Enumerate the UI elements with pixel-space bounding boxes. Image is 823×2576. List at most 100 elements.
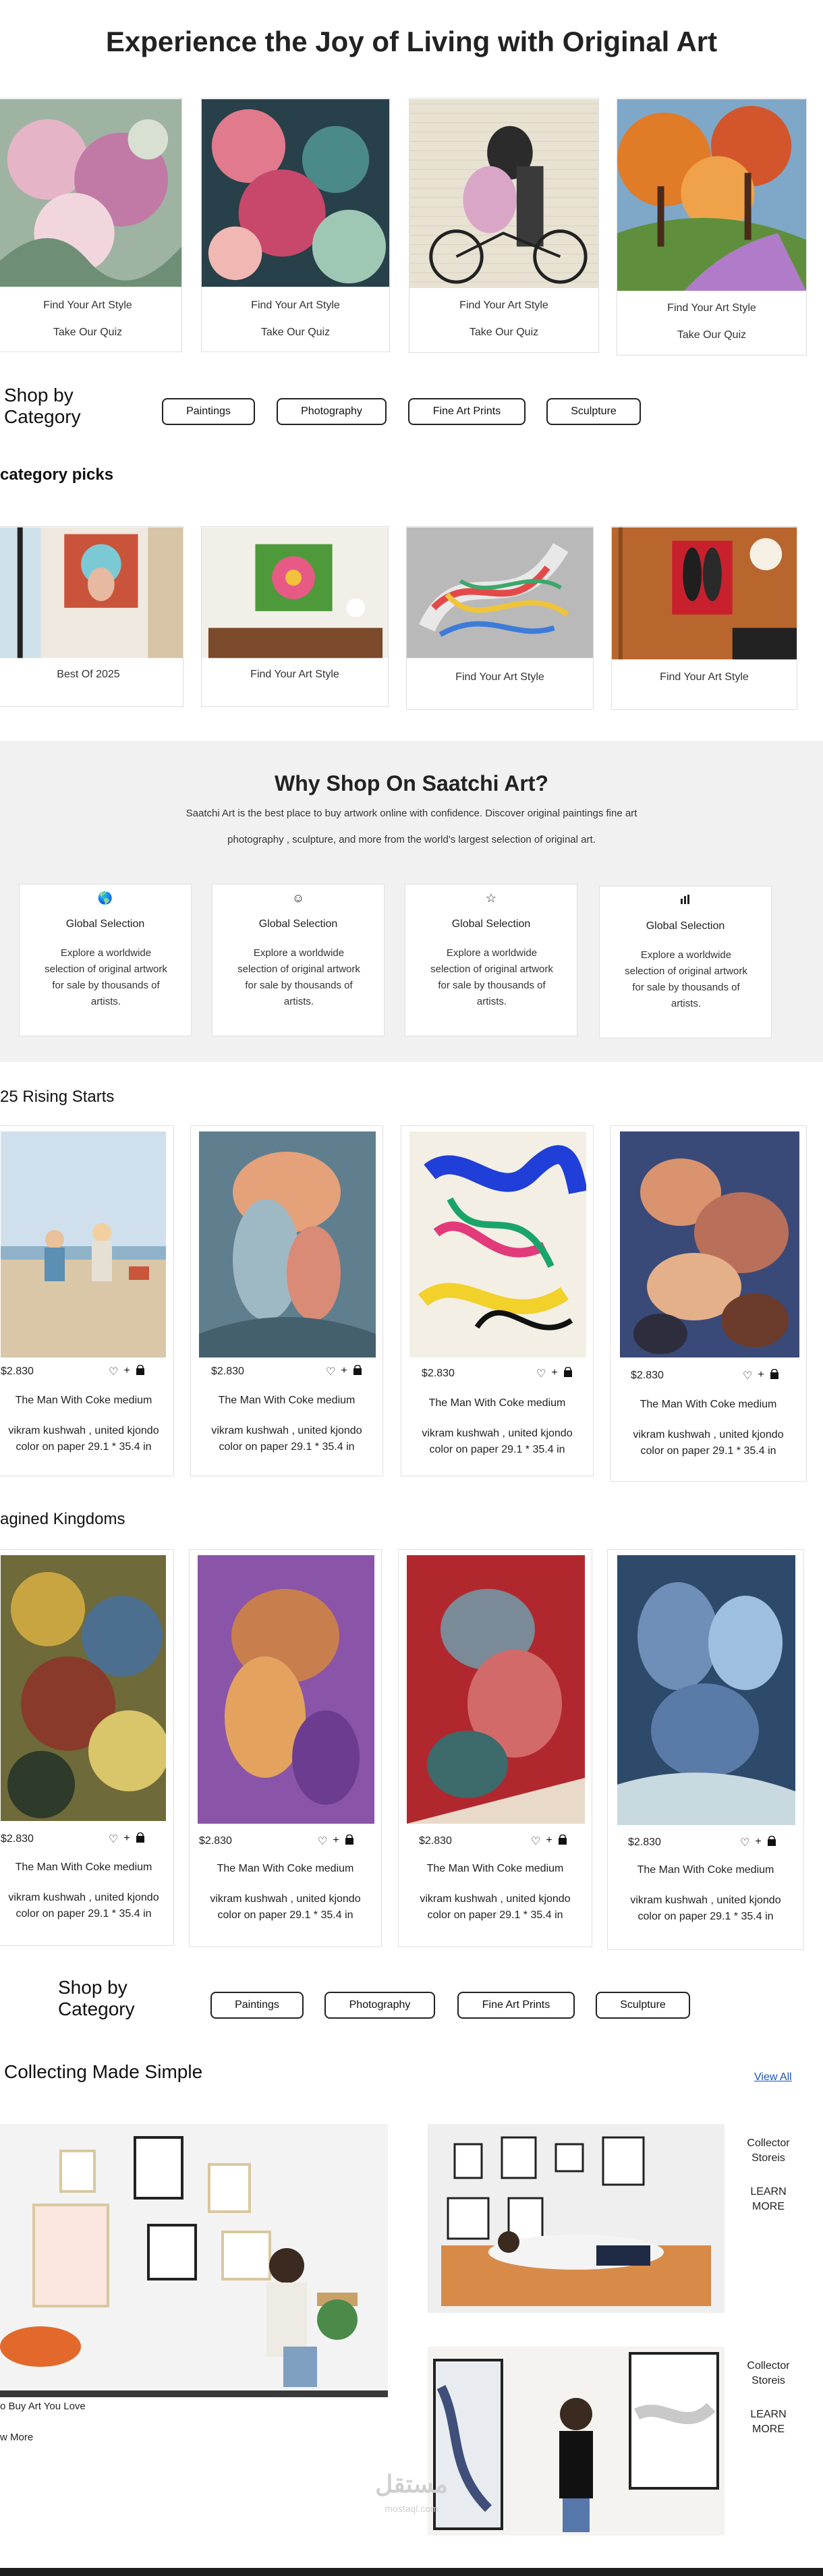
bag-icon[interactable]	[353, 1365, 362, 1378]
product-name[interactable]: The Man With Coke medium	[0, 1861, 173, 1874]
product-name[interactable]: The Man With Coke medium	[190, 1863, 381, 1875]
bag-icon[interactable]	[345, 1835, 354, 1848]
bag-icon[interactable]	[136, 1832, 145, 1846]
product-meta: vikram kushwah , united kjondo color on …	[8, 1892, 159, 1920]
category-pill-fine-art-prints[interactable]: Fine Art Prints	[457, 1992, 575, 2019]
product-name[interactable]: The Man With Coke medium	[401, 1397, 593, 1409]
category-pill-sculpture[interactable]: Sculpture	[546, 398, 641, 425]
heart-icon[interactable]: ♡	[743, 1369, 752, 1382]
why-card-text: Explore a worldwide selection of origina…	[237, 947, 360, 1007]
artwork-image	[612, 527, 797, 660]
product-card[interactable]: $2.830 ♡ + The Man With Coke medium vikr…	[0, 1125, 174, 1476]
pick-card[interactable]: Find Your Art Style	[406, 526, 594, 710]
heart-icon[interactable]: ♡	[740, 1836, 749, 1849]
product-price: $2.830	[628, 1837, 661, 1848]
why-card-text: Explore a worldwide selection of origina…	[430, 947, 553, 1007]
category-pill-photography[interactable]: Photography	[324, 1992, 435, 2019]
heart-icon[interactable]: ♡	[109, 1365, 118, 1378]
pick-card[interactable]: Find Your Art Style	[611, 526, 797, 710]
product-card[interactable]: $2.830 ♡ + The Man With Coke medium vikr…	[0, 1549, 174, 1946]
quiz-card-link[interactable]: Take Our Quiz	[202, 327, 389, 339]
shop-category-heading: Shop by Category	[4, 385, 81, 427]
product-name[interactable]: The Man With Coke medium	[399, 1863, 592, 1875]
learn-more-link[interactable]: LEARN MORE	[738, 2185, 799, 2214]
why-card-title: Global Selection	[451, 918, 531, 930]
product-name[interactable]: The Man With Coke medium	[611, 1399, 806, 1411]
category-pill-sculpture[interactable]: Sculpture	[596, 1992, 690, 2019]
plus-icon[interactable]: +	[755, 1836, 761, 1849]
quiz-card[interactable]: Find Your Art Style Take Our Quiz	[0, 98, 182, 352]
watermark-logo: مستقل mostaql.com	[358, 2472, 465, 2521]
category-pill-paintings[interactable]: Paintings	[162, 398, 255, 425]
product-price: $2.830	[419, 1835, 452, 1847]
why-description: Saatchi Art is the best place to buy art…	[186, 808, 637, 845]
artwork-image	[202, 99, 389, 287]
bag-icon[interactable]	[770, 1369, 779, 1382]
quiz-card[interactable]: Find Your Art Style Take Our Quiz	[617, 98, 807, 356]
artwork-image	[620, 1131, 799, 1357]
learn-more-link[interactable]: LEARN MORE	[738, 2407, 799, 2437]
plus-icon[interactable]: +	[758, 1369, 764, 1382]
why-card-text: Explore a worldwide selection of origina…	[625, 949, 747, 1009]
plus-icon[interactable]: +	[551, 1367, 557, 1380]
collecting-title: Collecting Made Simple	[4, 2061, 203, 2082]
product-card[interactable]: $2.830 ♡ + The Man With Coke medium vikr…	[190, 1125, 383, 1476]
why-card: 🌎 Global Selection Explore a worldwide s…	[19, 884, 192, 1036]
why-card: ☺ Global Selection Explore a worldwide s…	[212, 884, 385, 1036]
product-meta: vikram kushwah , united kjondo color on …	[211, 1425, 362, 1453]
collector-story-image[interactable]	[428, 2124, 725, 2313]
why-title: Why Shop On Saatchi Art?	[275, 771, 548, 795]
product-card[interactable]: $2.830 ♡ + The Man With Coke medium vikr…	[401, 1125, 594, 1476]
heart-icon[interactable]: ♡	[326, 1365, 335, 1378]
view-all-link[interactable]: View All	[754, 2071, 792, 2083]
star-icon: ☆	[485, 891, 497, 905]
quiz-card-link[interactable]: Take Our Quiz	[617, 329, 806, 341]
product-price: $2.830	[1, 1833, 34, 1845]
quiz-card[interactable]: Find Your Art Style Take Our Quiz	[409, 98, 599, 353]
smiley-icon: ☺	[291, 891, 305, 905]
quiz-card-title: Find Your Art Style	[667, 302, 756, 314]
quiz-card-link[interactable]: Take Our Quiz	[0, 327, 181, 339]
plus-icon[interactable]: +	[546, 1835, 552, 1848]
plus-icon[interactable]: +	[333, 1835, 339, 1848]
bag-icon[interactable]	[563, 1367, 573, 1380]
quiz-card[interactable]: Find Your Art Style Take Our Quiz	[201, 98, 390, 352]
plus-icon[interactable]: +	[123, 1832, 130, 1846]
heart-icon[interactable]: ♡	[318, 1835, 327, 1848]
watermark-text: مستقل	[375, 2470, 448, 2498]
bag-icon[interactable]	[558, 1835, 567, 1848]
artwork-image	[0, 527, 183, 659]
collector-story-label: Collector Storeis	[747, 2360, 790, 2386]
watermark-sub: mostaql.com	[385, 2503, 438, 2514]
product-card[interactable]: $2.830 ♡ + The Man With Coke medium vikr…	[607, 1549, 804, 1950]
product-name[interactable]: The Man With Coke medium	[608, 1864, 803, 1876]
product-card[interactable]: $2.830 ♡ + The Man With Coke medium vikr…	[398, 1549, 592, 1947]
product-price: $2.830	[1, 1366, 34, 1377]
collecting-more-link[interactable]: w More	[0, 2432, 33, 2443]
quiz-card-link[interactable]: Take Our Quiz	[409, 327, 598, 339]
bag-icon[interactable]	[767, 1836, 776, 1849]
collector-story-label: Collector Storeis	[747, 2137, 790, 2164]
heart-icon[interactable]: ♡	[109, 1832, 118, 1846]
plus-icon[interactable]: +	[123, 1365, 130, 1378]
category-picks-title: category picks	[0, 466, 114, 484]
plus-icon[interactable]: +	[341, 1365, 347, 1378]
product-card[interactable]: $2.830 ♡ + The Man With Coke medium vikr…	[610, 1125, 807, 1482]
heart-icon[interactable]: ♡	[531, 1835, 540, 1848]
shop-category-heading: Shop by Category	[58, 1977, 135, 2019]
pick-card[interactable]: Best Of 2025	[0, 526, 183, 707]
collecting-main-image[interactable]	[0, 2124, 388, 2397]
pick-card[interactable]: Find Your Art Style	[201, 526, 389, 707]
bag-icon[interactable]	[136, 1365, 145, 1378]
heart-icon[interactable]: ♡	[536, 1367, 546, 1380]
category-pill-paintings[interactable]: Paintings	[210, 1992, 304, 2019]
collector-story-image[interactable]	[428, 2347, 725, 2536]
bar-chart-icon	[600, 893, 771, 904]
product-name[interactable]: The Man With Coke medium	[191, 1395, 382, 1407]
artwork-image	[407, 527, 593, 659]
pick-card-label: Best Of 2025	[57, 669, 120, 680]
product-name[interactable]: The Man With Coke medium	[0, 1395, 173, 1407]
category-pill-fine-art-prints[interactable]: Fine Art Prints	[408, 398, 526, 425]
product-card[interactable]: $2.830 ♡ + The Man With Coke medium vikr…	[189, 1549, 382, 1947]
category-pill-photography[interactable]: Photography	[277, 398, 387, 425]
